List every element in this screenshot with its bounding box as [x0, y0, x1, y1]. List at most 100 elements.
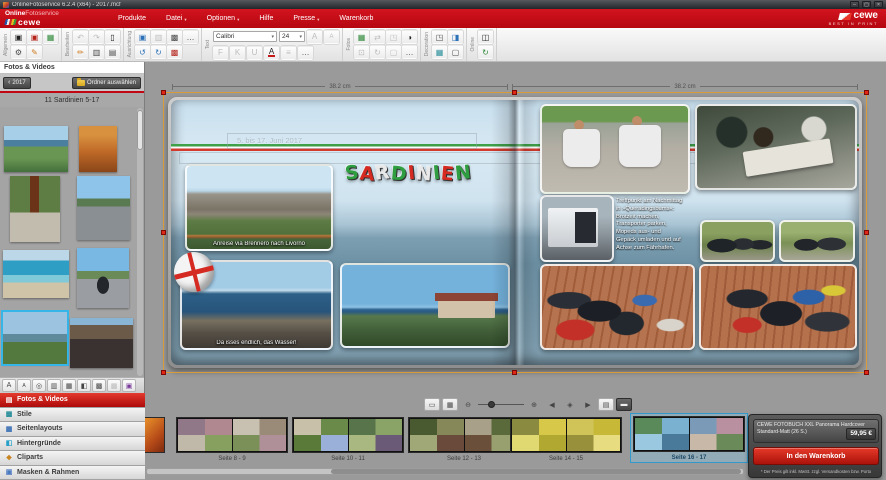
resize-handle-middle-right[interactable]	[864, 230, 869, 235]
photo-motorbikes-1[interactable]	[700, 220, 775, 262]
font-shrink-button[interactable]: A	[324, 30, 339, 44]
fit-view-button[interactable]: ◈	[562, 398, 578, 411]
fotos-more-button[interactable]: …	[402, 45, 417, 59]
font-color-button[interactable]: A	[264, 46, 279, 60]
select-tool-button[interactable]: ▣	[135, 30, 150, 44]
photo-thumbnail-road-sunset[interactable]	[79, 126, 117, 172]
deco-border-button[interactable]: ◨	[448, 30, 463, 44]
undo-button[interactable]: ↶	[73, 30, 88, 44]
spread-view-button[interactable]: ▬	[616, 398, 632, 411]
sidebar-item-fotos-videos[interactable]: ▤Fotos & Videos	[0, 393, 145, 408]
sidebar-item-cliparts[interactable]: ❖Cliparts	[0, 451, 145, 466]
paste-button[interactable]: ▤	[105, 45, 120, 59]
font-family-select[interactable]: Calibri▾	[213, 31, 277, 42]
sidebar-item-hintergruende[interactable]: ◧Hintergründe	[0, 437, 145, 452]
list-view-button[interactable]: ▥	[47, 379, 61, 392]
photobook-spread[interactable]: 5. bis 17. Juni 2017 S A R D I N I E N A…	[168, 97, 862, 368]
resize-handle-bottom-center[interactable]	[512, 370, 517, 375]
previous-page-button[interactable]: ◀	[544, 398, 560, 411]
story-text[interactable]: Treffpunkt am Nachmittag in »Queradingsb…	[616, 198, 708, 260]
scrollbar-thumb[interactable]	[331, 469, 741, 474]
maximize-button[interactable]: ▢	[862, 1, 871, 8]
resize-handle-bottom-left[interactable]	[161, 370, 166, 375]
zoom-in-button[interactable]: ⊕	[526, 398, 542, 411]
distribute-button[interactable]: ▩	[167, 45, 182, 59]
ausrichtung-more-button[interactable]: …	[183, 30, 198, 44]
filmstrip-spread-10-11[interactable]: Seite 10 - 11	[292, 417, 404, 462]
rotate-left-button[interactable]: ↺	[135, 45, 150, 59]
filmstrip-spread-14-15[interactable]: Seite 14 - 15	[510, 417, 622, 462]
settings-button[interactable]: ⚙	[11, 45, 26, 59]
filmstrip-spread-12-13[interactable]: Seite 12 - 13	[408, 417, 520, 462]
grid-view-button[interactable]: ▦	[442, 398, 458, 411]
slider-knob[interactable]	[488, 401, 495, 408]
copy-button[interactable]: ▥	[89, 45, 104, 59]
photo-thumbnail-shelter[interactable]	[70, 318, 133, 368]
filmstrip-scrollbar[interactable]	[146, 468, 744, 475]
photo-thumbnail-beach[interactable]	[3, 250, 69, 298]
photo-luggage-1[interactable]	[540, 264, 695, 350]
sort-az-button[interactable]: A	[2, 379, 16, 392]
next-page-button[interactable]: ▶	[580, 398, 596, 411]
menu-optionen[interactable]: Optionen▾	[207, 15, 240, 23]
photo-browser-scrollbar[interactable]	[137, 108, 143, 376]
font-size-select[interactable]: 24▾	[279, 31, 305, 42]
bold-button[interactable]: F	[213, 46, 228, 60]
zoom-out-button[interactable]: ⊖	[460, 398, 476, 411]
single-page-view-button[interactable]: ▭	[424, 398, 440, 411]
align-objects-button[interactable]: ▩	[167, 30, 182, 44]
menu-produkte[interactable]: Produkte	[118, 15, 146, 23]
add-photo-button[interactable]: ▦	[354, 30, 369, 44]
redo-button[interactable]: ↷	[89, 30, 104, 44]
photo-thumbnail-motorcyclist[interactable]	[77, 248, 129, 308]
scrollbar-thumb[interactable]	[137, 110, 143, 150]
filmstrip-partial-spread[interactable]	[145, 417, 165, 453]
sidebar-item-masken-rahmen[interactable]: ▣Masken & Rahmen	[0, 466, 145, 480]
photo-thumbnail-mountain-road[interactable]	[77, 176, 130, 240]
text-more-button[interactable]: …	[298, 46, 313, 60]
sidebar-item-seitenlayouts[interactable]: ▦Seitenlayouts	[0, 422, 145, 437]
disabled-view-button[interactable]: ▩	[107, 379, 121, 392]
menu-hilfe[interactable]: Hilfe	[259, 15, 273, 23]
photo-couple-eating[interactable]	[540, 104, 690, 194]
photo-frame-button[interactable]: ◳	[386, 30, 401, 44]
search-photos-button[interactable]: ◎	[32, 379, 46, 392]
save-button[interactable]: ▣	[11, 30, 26, 44]
photo-effects-button[interactable]: ◑	[402, 30, 417, 44]
save-as-button[interactable]: ▣	[27, 30, 42, 44]
online-upload-button[interactable]: ◫	[478, 30, 493, 44]
resize-handle-middle-left[interactable]	[161, 230, 166, 235]
filmstrip-spread-16-17-selected[interactable]: Seite 16 - 17	[630, 413, 748, 463]
underline-button[interactable]: U	[247, 46, 262, 60]
bring-forward-button[interactable]: ▥	[151, 30, 166, 44]
used-photos-button[interactable]: ▣	[122, 379, 136, 392]
tile-view-button[interactable]: ◧	[77, 379, 91, 392]
add-to-cart-button[interactable]: In den Warenkorb	[753, 447, 879, 465]
photo-mask-button[interactable]: ▢	[386, 45, 401, 59]
page-overview-button[interactable]: ▤	[598, 398, 614, 411]
photo-coast-flag[interactable]: Da isses endlich, das Wasser!	[180, 260, 333, 350]
delete-button[interactable]: ▯	[105, 30, 120, 44]
online-sync-button[interactable]: ↻	[478, 45, 493, 59]
repair-button[interactable]: ✎	[27, 45, 42, 59]
page-title-text[interactable]: S A R D I N I E N	[345, 162, 471, 184]
sidebar-item-stile[interactable]: ▩Stile	[0, 408, 145, 423]
photo-villa[interactable]	[340, 263, 510, 348]
resize-handle-top-left[interactable]	[161, 90, 166, 95]
minimize-button[interactable]: –	[850, 1, 859, 8]
font-grow-button[interactable]: A	[307, 30, 322, 44]
deco-frame-button[interactable]: ◳	[432, 30, 447, 44]
menu-presse[interactable]: Presse▾	[293, 15, 319, 23]
photo-luggage-2[interactable]	[699, 264, 857, 350]
export-image-button[interactable]: ▦	[43, 30, 58, 44]
deco-clipart-button[interactable]: ▦	[432, 45, 447, 59]
folder-back-button[interactable]: ‹2017	[3, 77, 31, 89]
format-brush-button[interactable]: ✏	[73, 45, 88, 59]
sort-za-button[interactable]: A	[17, 379, 31, 392]
flip-button[interactable]: ⇄	[370, 30, 385, 44]
photo-van[interactable]	[540, 195, 614, 262]
detail-view-button[interactable]: ▩	[92, 379, 106, 392]
choose-folder-button[interactable]: Ordner auswählen	[72, 77, 141, 89]
menu-warenkorb[interactable]: Warenkorb	[339, 15, 373, 23]
crop-button[interactable]: ⊡	[354, 45, 369, 59]
